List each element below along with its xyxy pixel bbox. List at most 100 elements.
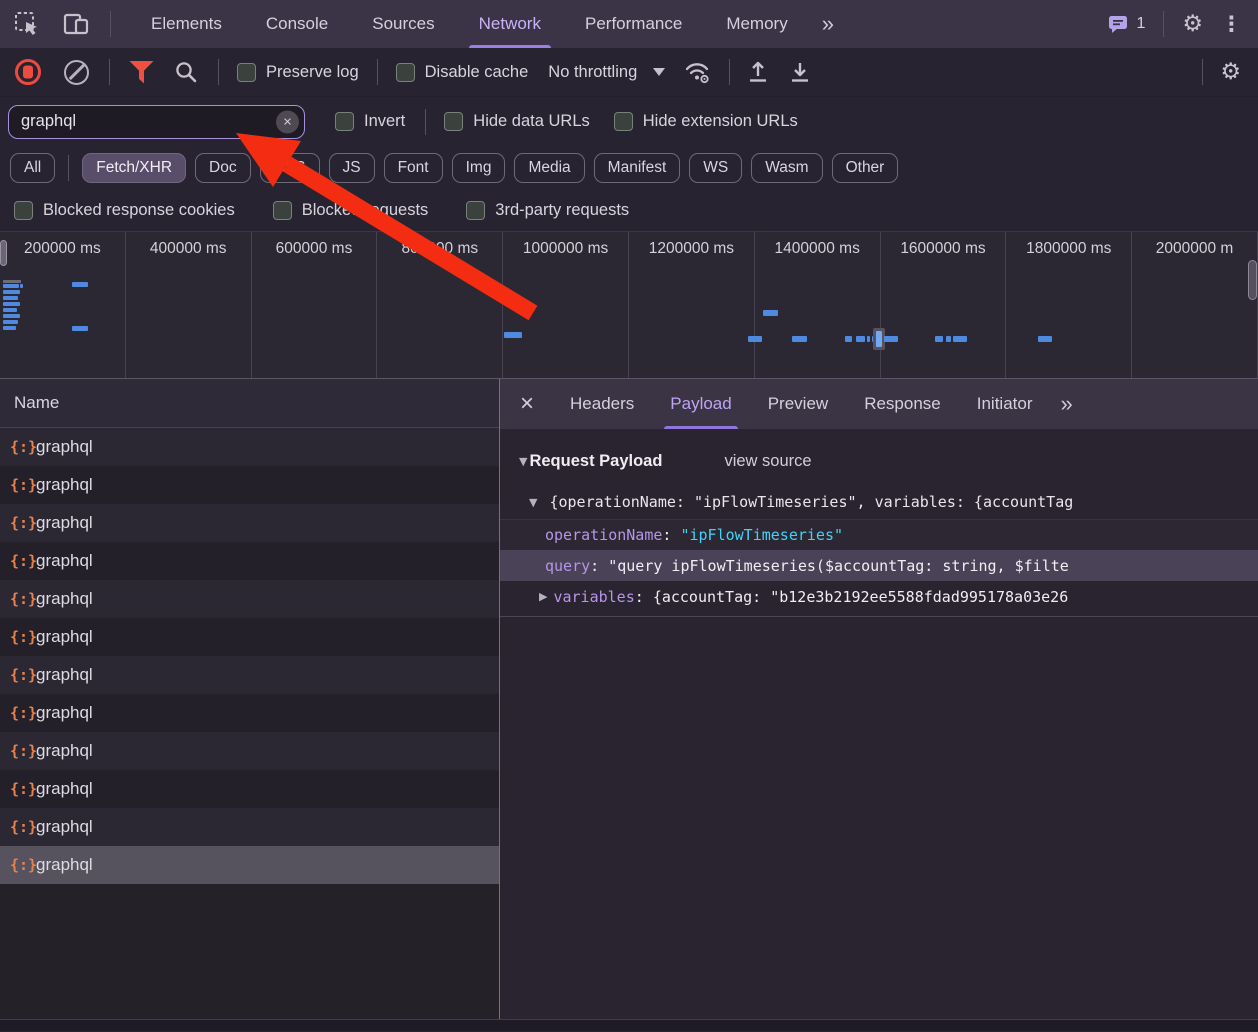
- throttling-dropdown[interactable]: No throttling: [548, 63, 666, 82]
- request-row[interactable]: {:} graphql: [0, 504, 499, 542]
- waterfall-bar[interactable]: [3, 308, 17, 312]
- tab-memory[interactable]: Memory: [704, 0, 809, 48]
- waterfall-bar[interactable]: [946, 336, 951, 342]
- view-source-link[interactable]: view source: [724, 452, 811, 471]
- request-row[interactable]: {:} graphql: [0, 542, 499, 580]
- checkbox-box[interactable]: [237, 62, 256, 82]
- request-row[interactable]: {:} graphql: [0, 466, 499, 504]
- more-panels-icon[interactable]: »: [810, 0, 846, 48]
- payload-preview-row[interactable]: ▼ {operationName: "ipFlowTimeseries", va…: [500, 485, 1258, 519]
- record-network-log-button[interactable]: [15, 59, 41, 85]
- type-chip-media[interactable]: Media: [514, 153, 585, 183]
- network-settings-gear-icon[interactable]: ⚙: [1220, 59, 1241, 85]
- clear-network-log-icon[interactable]: [64, 59, 89, 85]
- detail-tab-response[interactable]: Response: [846, 379, 959, 429]
- checkbox-box[interactable]: [613, 112, 633, 131]
- filter-input[interactable]: [8, 104, 305, 139]
- search-icon[interactable]: [174, 60, 198, 84]
- request-row[interactable]: {:} graphql: [0, 770, 499, 808]
- clear-filter-icon[interactable]: ×: [276, 110, 299, 133]
- waterfall-bar[interactable]: [867, 336, 870, 342]
- disable-cache-checkbox[interactable]: Disable cache: [395, 62, 528, 82]
- export-har-icon[interactable]: [788, 59, 812, 85]
- type-chip-js[interactable]: JS: [328, 153, 375, 183]
- request-row[interactable]: {:} graphql: [0, 428, 499, 466]
- type-chip-manifest[interactable]: Manifest: [593, 153, 681, 183]
- waterfall-bar[interactable]: [748, 336, 762, 342]
- payload-row-variables[interactable]: ▶ variables: {accountTag: "b12e3b2192ee5…: [500, 581, 1258, 612]
- request-payload-section-header[interactable]: ▼ Request Payload view source: [500, 437, 1258, 485]
- checkbox-box[interactable]: [395, 62, 415, 82]
- waterfall-bar[interactable]: [884, 336, 898, 342]
- tab-console[interactable]: Console: [244, 0, 350, 48]
- close-detail-icon[interactable]: ×: [500, 390, 552, 418]
- timeline-scroll-handle-right[interactable]: [1248, 260, 1257, 300]
- hide-data-urls-checkbox[interactable]: Hide data URLs: [444, 112, 590, 131]
- checkbox-box[interactable]: [466, 201, 486, 220]
- request-row[interactable]: {:} graphql: [0, 618, 499, 656]
- type-chip-font[interactable]: Font: [383, 153, 443, 183]
- waterfall-bar[interactable]: [792, 336, 807, 342]
- waterfall-bar[interactable]: [3, 302, 20, 306]
- kebab-menu-icon[interactable]: ⋮: [1221, 12, 1242, 36]
- waterfall-bar[interactable]: [935, 336, 943, 342]
- waterfall-bar[interactable]: [3, 326, 16, 330]
- checkbox-box[interactable]: [335, 112, 354, 131]
- detail-tab-headers[interactable]: Headers: [552, 379, 652, 429]
- request-row[interactable]: {:} graphql: [0, 808, 499, 846]
- tab-elements[interactable]: Elements: [129, 0, 244, 48]
- checkbox-3rd-party-requests[interactable]: 3rd-party requests: [466, 201, 629, 220]
- request-row[interactable]: {:} graphql: [0, 694, 499, 732]
- request-row[interactable]: {:} graphql: [0, 846, 499, 884]
- waterfall-bar[interactable]: [876, 331, 882, 347]
- more-detail-tabs-icon[interactable]: »: [1051, 391, 1083, 417]
- waterfall-bar[interactable]: [3, 320, 18, 324]
- checkbox-blocked-requests[interactable]: Blocked requests: [272, 201, 428, 220]
- request-row[interactable]: {:} graphql: [0, 732, 499, 770]
- filter-funnel-icon[interactable]: [129, 60, 154, 84]
- type-chip-doc[interactable]: Doc: [195, 153, 251, 183]
- waterfall-bar[interactable]: [504, 332, 522, 338]
- waterfall-bar[interactable]: [845, 336, 852, 342]
- collapse-triangle-icon[interactable]: ▼: [529, 496, 537, 509]
- waterfall-bar[interactable]: [953, 336, 967, 342]
- type-chip-ws[interactable]: WS: [689, 153, 743, 183]
- timeline-scroll-handle-left[interactable]: [0, 240, 7, 266]
- waterfall-bar[interactable]: [3, 280, 21, 283]
- checkbox-box[interactable]: [444, 112, 464, 131]
- hide-extension-urls-checkbox[interactable]: Hide extension URLs: [613, 112, 798, 131]
- type-chip-css[interactable]: CSS: [259, 153, 320, 183]
- timeline-overview[interactable]: 200000 ms 400000 ms 600000 ms 800000 ms 1000…: [0, 231, 1258, 379]
- waterfall-bar[interactable]: [3, 284, 19, 288]
- preserve-log-checkbox[interactable]: Preserve log: [237, 62, 359, 82]
- waterfall-bar[interactable]: [856, 336, 865, 342]
- request-row[interactable]: {:} graphql: [0, 580, 499, 618]
- payload-row-operationname[interactable]: operationName: "ipFlowTimeseries": [500, 519, 1258, 550]
- type-chip-all[interactable]: All: [10, 153, 56, 183]
- collapse-triangle-icon[interactable]: ▼: [519, 455, 527, 468]
- detail-tab-payload[interactable]: Payload: [652, 379, 749, 429]
- tab-sources[interactable]: Sources: [350, 0, 456, 48]
- invert-checkbox[interactable]: Invert: [335, 112, 405, 131]
- detail-tab-initiator[interactable]: Initiator: [959, 379, 1051, 429]
- payload-row-query[interactable]: query: "query ipFlowTimeseries($accountT…: [500, 550, 1258, 581]
- waterfall-bar[interactable]: [72, 282, 88, 287]
- checkbox-blocked-response-cookies[interactable]: Blocked response cookies: [14, 201, 235, 220]
- waterfall-bar[interactable]: [763, 310, 778, 316]
- waterfall-bar[interactable]: [3, 290, 20, 294]
- waterfall-bar[interactable]: [72, 326, 88, 331]
- inspect-element-icon[interactable]: [14, 11, 40, 37]
- request-row[interactable]: {:} graphql: [0, 656, 499, 694]
- device-toolbar-icon[interactable]: [62, 11, 90, 37]
- type-chip-other[interactable]: Other: [831, 153, 899, 183]
- type-chip-img[interactable]: Img: [451, 153, 506, 183]
- checkbox-box[interactable]: [272, 201, 292, 220]
- type-chip-fetch-xhr[interactable]: Fetch/XHR: [82, 153, 187, 183]
- tab-performance[interactable]: Performance: [563, 0, 704, 48]
- import-har-icon[interactable]: [746, 59, 770, 85]
- type-chip-wasm[interactable]: Wasm: [751, 153, 823, 183]
- waterfall-bar[interactable]: [3, 296, 18, 300]
- tab-network[interactable]: Network: [457, 0, 563, 48]
- waterfall-bar[interactable]: [20, 284, 23, 288]
- checkbox-box[interactable]: [14, 201, 33, 220]
